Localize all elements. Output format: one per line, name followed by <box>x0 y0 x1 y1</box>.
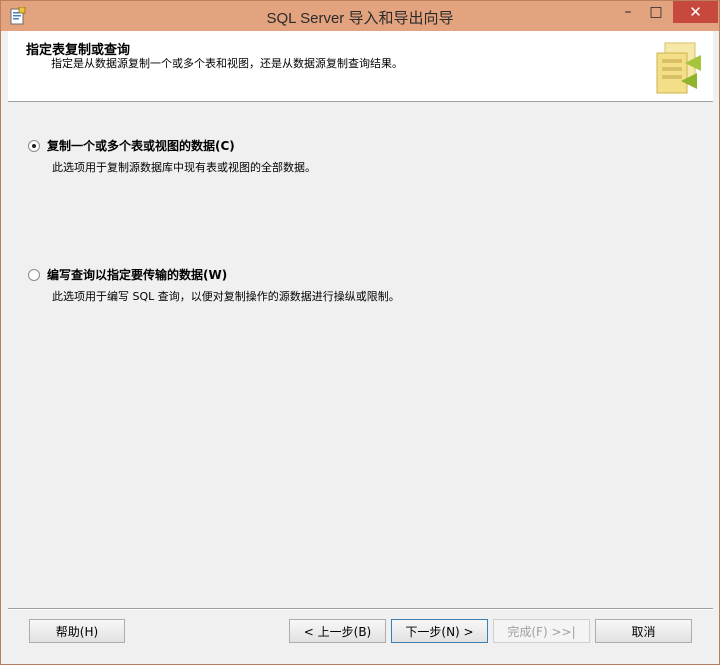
minimize-button[interactable]: – <box>614 1 642 23</box>
help-button[interactable]: 帮助(H) <box>29 619 125 643</box>
radio-copy-tables[interactable] <box>28 139 40 152</box>
page-subtitle: 指定是从数据源复制一个或多个表和视图，还是从数据源复制查询结果。 <box>51 57 403 70</box>
option-write-query-label[interactable]: 编写查询以指定要传输的数据(W) <box>47 266 227 283</box>
next-button[interactable]: 下一步(N) > <box>391 619 488 643</box>
option-copy-tables-label[interactable]: 复制一个或多个表或视图的数据(C) <box>47 137 235 154</box>
footer-divider <box>8 608 713 610</box>
finish-button[interactable]: 完成(F) >>| <box>493 619 590 643</box>
option-write-query[interactable]: 编写查询以指定要传输的数据(W) <box>28 266 227 283</box>
wizard-window: SQL Server 导入和导出向导 – □ ✕ 指定表复制或查询 指定是从数据… <box>0 0 720 665</box>
maximize-button[interactable]: □ <box>642 1 670 23</box>
close-button[interactable]: ✕ <box>673 1 718 23</box>
option-copy-tables-description: 此选项用于复制源数据库中现有表或视图的全部数据。 <box>52 161 316 174</box>
window-title: SQL Server 导入和导出向导 <box>266 10 454 27</box>
wizard-client-area: 指定表复制或查询 指定是从数据源复制一个或多个表和视图，还是从数据源复制查询结果… <box>8 31 713 659</box>
cancel-button[interactable]: 取消 <box>595 619 692 643</box>
option-copy-tables[interactable]: 复制一个或多个表或视图的数据(C) <box>28 137 235 154</box>
radio-write-query[interactable] <box>28 268 40 281</box>
back-button[interactable]: < 上一步(B) <box>289 619 386 643</box>
page-header: 指定表复制或查询 指定是从数据源复制一个或多个表和视图，还是从数据源复制查询结果… <box>8 31 713 102</box>
option-write-query-description: 此选项用于编写 SQL 查询，以便对复制操作的源数据进行操纵或限制。 <box>52 290 400 303</box>
wizard-table-copy-icon <box>656 42 701 94</box>
title-bar[interactable]: SQL Server 导入和导出向导 – □ ✕ <box>1 1 719 31</box>
